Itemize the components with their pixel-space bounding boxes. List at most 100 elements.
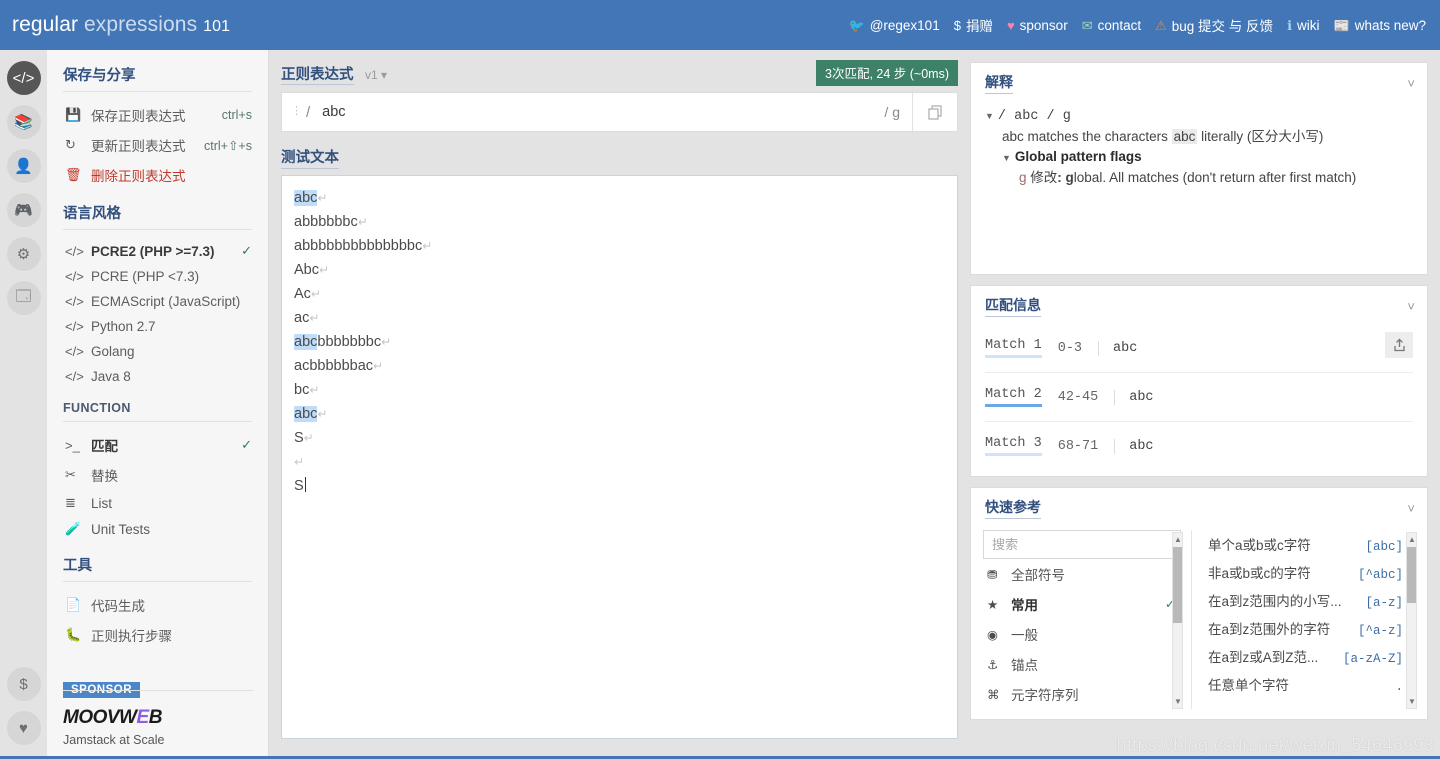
quickref-category-meta[interactable]: ⌘ 元字符序列 <box>983 679 1181 709</box>
main-layout: </> 📚 👤 🎮 ⚙ 🗔 $ ♥ 保存与分享 💾 保存正则表达式 ctrl+s… <box>0 50 1440 759</box>
explanation-panel: 解释 ˅ ▼ / abc / g abc matches the characte… <box>970 62 1428 275</box>
flavor-item-python[interactable]: </> Python 2.7 <box>63 314 252 339</box>
save-regex-item[interactable]: 💾 保存正则表达式 ctrl+s <box>63 100 252 130</box>
nav-wiki[interactable]: ℹ wiki <box>1287 18 1319 33</box>
delete-regex-item[interactable]: 🗑 删除正则表达式 <box>63 160 252 190</box>
quickref-category-anchors[interactable]: ⚓ 锚点 <box>983 649 1181 679</box>
function-label-substitution: 替换 <box>91 469 118 484</box>
explanation-pattern: / abc / g <box>997 109 1071 124</box>
flavor-item-golang[interactable]: </> Golang <box>63 339 252 364</box>
flavor-item-ecmascript[interactable]: </> ECMAScript (JavaScript) <box>63 289 252 314</box>
donate-icon: $ <box>19 675 28 693</box>
nav-bug-report[interactable]: ⚠ bug 提交 与 反馈 <box>1155 15 1273 35</box>
regex-input[interactable] <box>310 104 885 120</box>
quickref-category-common[interactable]: ★ 常用 ✓ <box>983 589 1181 619</box>
quickref-category-general[interactable]: ◉ 一般 <box>983 619 1181 649</box>
chevron-down-icon[interactable]: ˅ <box>1407 299 1415 314</box>
match-info-title: 匹配信息 <box>985 295 1041 317</box>
explanation-flags-title: Global pattern flags <box>1014 149 1142 164</box>
scrollbar-thumb[interactable] <box>1407 547 1416 603</box>
gear-icon: ⚙ <box>16 246 31 263</box>
tool-item-debugger[interactable]: 🐛 正则执行步骤 <box>63 620 252 650</box>
save-regex-label: 保存正则表达式 <box>91 109 186 124</box>
rail-library-icon[interactable]: 📚 <box>6 105 41 139</box>
favorite-icon: ♥ <box>19 719 28 737</box>
rail-gear-icon[interactable]: ⚙ <box>6 237 41 271</box>
nav-twitter[interactable]: 🐦 @regex101 <box>849 18 940 33</box>
flag-desc: lobal. All matches (don't return after f… <box>1073 170 1357 185</box>
rail-gamepad-icon[interactable]: 🎮 <box>6 193 41 227</box>
site-logo[interactable]: regular expressions 101 <box>12 13 230 37</box>
rail-favorite-icon[interactable]: ♥ <box>6 711 41 745</box>
list-item[interactable]: 在a到z范围内的小写... [a-z] <box>1208 586 1417 614</box>
sponsor-box[interactable]: SPONSOR MOOVWEB Jamstack at Scale <box>63 680 253 747</box>
flavor-item-pcre2[interactable]: </> PCRE2 (PHP >=7.3) ✓ <box>63 238 252 264</box>
explanation-pattern-row[interactable]: ▼ / abc / g <box>985 105 1413 127</box>
items-scrollbar[interactable]: ▲ ▼ <box>1406 532 1417 709</box>
rail-code-icon[interactable]: </> <box>6 61 41 95</box>
regex-version[interactable]: v1 ▾ <box>365 68 387 82</box>
nav-whats-new[interactable]: 📰 whats new? <box>1334 18 1426 33</box>
function-item-match[interactable]: >_ 匹配 ✓ <box>63 430 252 460</box>
chevron-down-icon[interactable]: ˅ <box>1407 76 1415 91</box>
function-item-substitution[interactable]: ✂ 替换 <box>63 460 252 490</box>
table-row[interactable]: Match 2 42-45 abc <box>985 373 1413 422</box>
mail-icon: ✉ <box>1081 17 1093 33</box>
quickref-item-label: 在a到z范围外的字符 <box>1208 622 1331 637</box>
scroll-up-icon[interactable]: ▲ <box>1408 535 1416 544</box>
test-line: S <box>294 474 945 498</box>
function-item-list[interactable]: ≣ List <box>63 490 252 516</box>
list-item[interactable]: 任意单个字符. <box>1208 670 1417 698</box>
nav-sponsor[interactable]: ♥ sponsor <box>1007 18 1068 33</box>
rail-donate-icon[interactable]: $ <box>6 667 41 701</box>
nav-donate[interactable]: $ 捐赠 <box>954 15 993 35</box>
pilcrow-icon: ↵ <box>381 335 392 349</box>
nav-contact[interactable]: ✉ contact <box>1082 18 1141 33</box>
search-input[interactable] <box>983 530 1181 559</box>
explanation-flags-row[interactable]: ▼ Global pattern flags <box>985 147 1413 168</box>
scrollbar-thumb[interactable] <box>1173 547 1182 623</box>
quickref-category-all[interactable]: ⛃ 全部符号 <box>983 559 1181 589</box>
scroll-up-icon[interactable]: ▲ <box>1174 535 1182 544</box>
chevron-down-icon[interactable]: ˅ <box>1407 501 1415 516</box>
scroll-down-icon[interactable]: ▼ <box>1408 697 1416 706</box>
regex-header-left: 正则表达式 v1 ▾ <box>281 63 387 85</box>
dollar-icon: $ <box>953 17 961 33</box>
sponsor-logo-part1: MOOVW <box>63 707 137 728</box>
list-item[interactable]: 在a到z范围外的字符 [^a-z] <box>1208 614 1417 642</box>
function-item-unit-tests[interactable]: 🧪 Unit Tests <box>63 516 252 542</box>
table-row[interactable]: Match 3 68-71 abc <box>985 422 1413 470</box>
desc-post: literally (区分大小写) <box>1197 129 1324 144</box>
list-item[interactable]: 单个a或b或c字符 [abc] <box>1208 530 1417 558</box>
copy-regex-button[interactable] <box>912 93 957 131</box>
list-item[interactable]: 在a到z或A到Z范... [a-zA-Z] <box>1208 642 1417 670</box>
flavor-item-pcre[interactable]: </> PCRE (PHP <7.3) <box>63 264 252 289</box>
flavor-item-java[interactable]: </> Java 8 <box>63 364 252 389</box>
match-count-badge: 3次匹配, 24 步 (~0ms) <box>816 60 958 86</box>
rail-account-icon[interactable]: 👤 <box>6 149 41 183</box>
flag-colon: : <box>1057 170 1062 185</box>
explanation-header: 解释 ˅ <box>971 63 1427 101</box>
explanation-title: 解释 <box>985 72 1013 94</box>
test-tube-icon: 🧪 <box>65 521 82 536</box>
code-icon: </> <box>65 319 84 334</box>
test-string-editor[interactable]: abc↵ abbbbbbc↵ abbbbbbbbbbbbbbc↵ Abc↵ Ac… <box>281 175 958 739</box>
twitter-icon: 🐦 <box>848 17 865 33</box>
scroll-down-icon[interactable]: ▼ <box>1174 697 1182 706</box>
table-row[interactable]: Match 1 0-3 abc <box>985 324 1413 373</box>
test-line: S↵ <box>294 426 945 450</box>
rail-chat-icon[interactable]: 🗔 <box>6 281 41 315</box>
quick-reference-panel: 快速参考 ˅ ⛃ 全部符号 ★ 常用 ✓ <box>970 487 1428 720</box>
tool-item-code-generator[interactable]: 📄 代码生成 <box>63 590 252 620</box>
regex-flags[interactable]: / g <box>884 104 912 120</box>
update-regex-item[interactable]: ↻ 更新正则表达式 ctrl+⇧+s <box>63 130 252 160</box>
categories-scrollbar[interactable]: ▲ ▼ <box>1172 532 1183 709</box>
test-line: abc↵ <box>294 402 945 426</box>
flag-desc-bold: g <box>1065 170 1074 185</box>
regex-input-box[interactable]: ⋮ / / g <box>281 92 958 132</box>
explanation-flag-detail: g 修改: global. All matches (don't return … <box>985 168 1413 188</box>
quick-reference-title: 快速参考 <box>985 497 1041 519</box>
drag-handle-icon[interactable]: ⋮ <box>282 106 306 117</box>
export-matches-button[interactable] <box>1385 332 1413 358</box>
list-item[interactable]: 非a或b或c的字符 [^abc] <box>1208 558 1417 586</box>
